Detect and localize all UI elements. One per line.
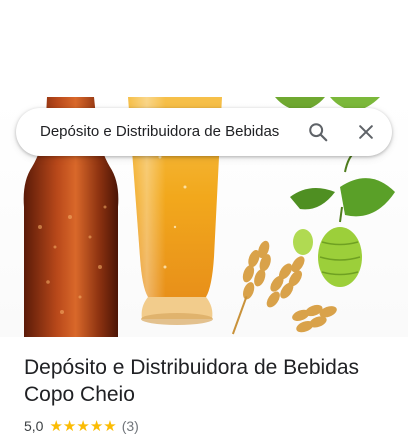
star-icon: ★: [76, 417, 90, 435]
close-button[interactable]: [350, 116, 382, 148]
place-title-line1: Depósito e Distribuidora de Bebidas: [24, 356, 360, 379]
search-bar[interactable]: Depósito e Distribuidora de Bebidas: [16, 108, 392, 156]
place-title: Depósito e Distribuidora de Bebidas Copo…: [24, 354, 394, 408]
close-icon: [359, 125, 373, 139]
search-button[interactable]: [302, 116, 334, 148]
search-icon: [309, 123, 328, 142]
star-icon: ★: [49, 417, 63, 435]
place-title-line2: Copo Cheio: [24, 383, 135, 406]
star-rating: ★ ★ ★ ★ ★: [49, 419, 116, 434]
rating-value: 5,0: [24, 418, 44, 434]
star-icon: ★: [103, 417, 117, 435]
star-icon: ★: [89, 417, 104, 435]
search-input[interactable]: Depósito e Distribuidora de Bebidas: [40, 108, 302, 156]
rating-row[interactable]: 5,0 ★ ★ ★ ★ ★ (3): [24, 417, 139, 435]
top-blank-area: [0, 0, 408, 97]
review-count[interactable]: (3): [122, 418, 139, 434]
star-icon: ★: [62, 417, 77, 435]
